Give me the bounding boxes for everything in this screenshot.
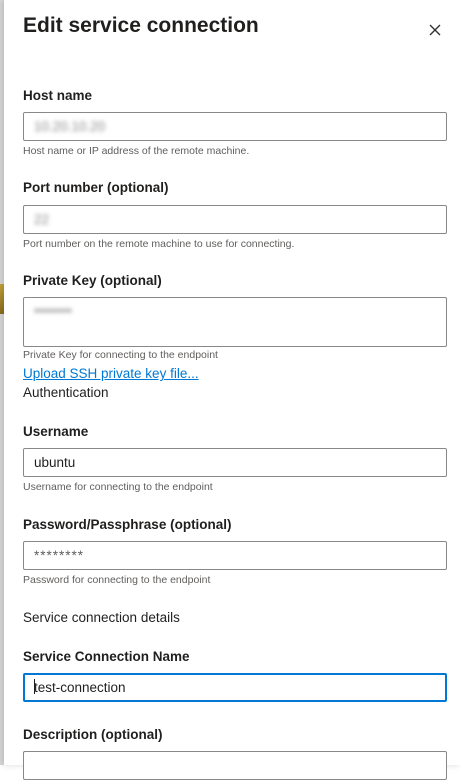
password-label: Password/Passphrase (optional) [23,517,232,532]
port-number-value: 22 [34,212,50,227]
service-connection-name-label: Service Connection Name [23,649,190,664]
host-name-input[interactable]: 10.20.10.20 [23,112,447,141]
private-key-value: •••••••• [34,303,72,318]
close-icon [429,24,441,36]
host-name-help: Host name or IP address of the remote ma… [23,145,250,157]
service-connection-details-heading: Service connection details [23,610,180,625]
authentication-section-heading: Authentication [23,385,109,400]
private-key-textarea[interactable]: •••••••• [23,297,447,347]
service-connection-name-input[interactable]: test-connection [23,673,447,702]
password-input[interactable]: ******** [23,541,447,570]
username-value: ubuntu [34,455,76,470]
upload-ssh-key-link[interactable]: Upload SSH private key file... [23,366,199,381]
service-connection-name-value: test-connection [34,680,126,695]
password-value: ******** [34,548,85,563]
private-key-label: Private Key (optional) [23,273,162,288]
username-help: Username for connecting to the endpoint [23,481,213,493]
username-input[interactable]: ubuntu [23,448,447,477]
description-input[interactable] [23,751,447,780]
port-number-help: Port number on the remote machine to use… [23,238,295,250]
close-button[interactable] [425,20,445,40]
port-number-label: Port number (optional) [23,180,169,195]
host-name-label: Host name [23,88,93,103]
username-label: Username [23,424,89,439]
panel-title: Edit service connection [23,14,259,37]
description-label: Description (optional) [23,727,163,742]
private-key-help: Private Key for connecting to the endpoi… [23,349,218,361]
host-name-value: 10.20.10.20 [34,119,106,134]
edit-service-connection-panel: Edit service connection Host name 10.20.… [4,0,461,780]
password-help: Password for connecting to the endpoint [23,574,211,586]
port-number-input[interactable]: 22 [23,205,447,234]
